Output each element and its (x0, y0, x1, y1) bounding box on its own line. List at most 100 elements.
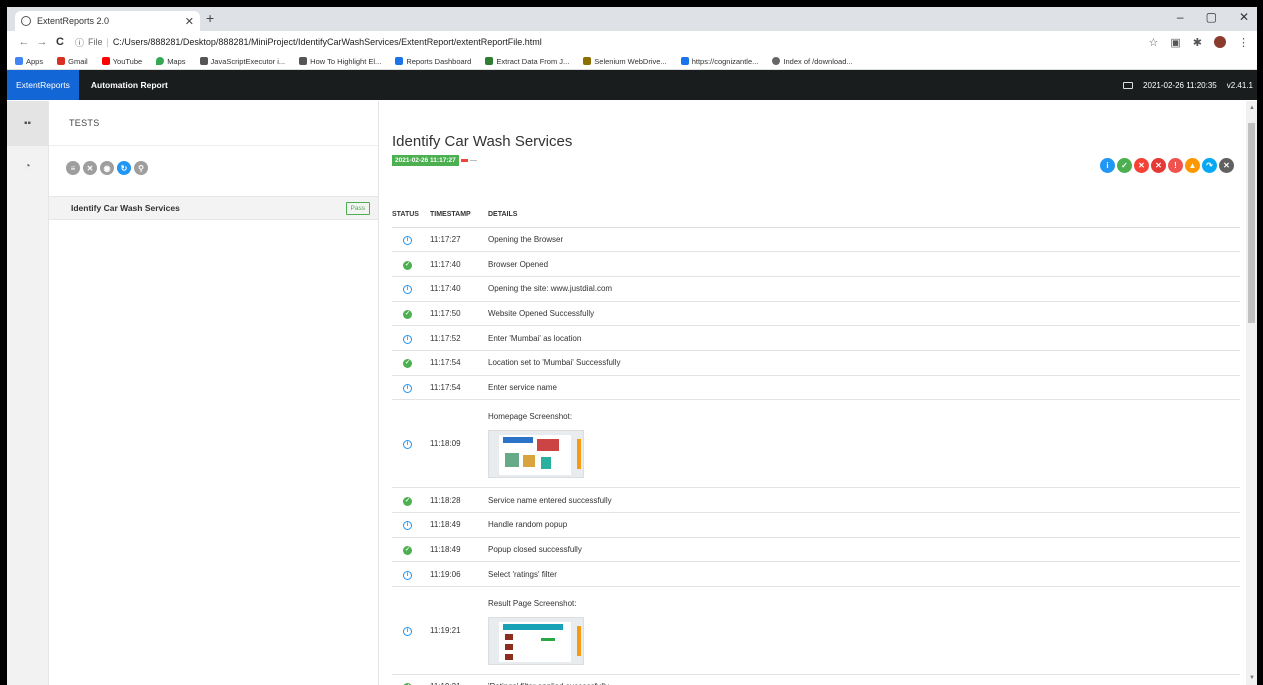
puzzle-icon[interactable]: ✱ (1193, 36, 1202, 49)
extension-icon[interactable]: ▣ (1170, 36, 1180, 49)
gmail-icon (57, 57, 66, 65)
brand-logo[interactable]: ExtentReports (7, 70, 79, 100)
profile-avatar[interactable] (1214, 36, 1226, 48)
test-title: Identify Car Wash Services (392, 133, 573, 150)
log-details: Browser Opened (488, 251, 1240, 277)
bookmark-youtube[interactable]: YouTube (101, 57, 142, 66)
unknown-status-icon[interactable]: ✕ (1219, 158, 1234, 173)
bookmark-selenium[interactable]: Selenium WebDrive... (583, 57, 667, 66)
error-status-icon[interactable]: ! (1168, 158, 1183, 173)
side-rail: ▪▪ ◔ (7, 101, 49, 685)
bookmark-star-icon[interactable]: ☆ (1149, 36, 1159, 49)
c-logo-icon (395, 57, 404, 65)
address-bar[interactable]: ⓘ File | C:/Users/888281/Desktop/888281/… (75, 36, 542, 49)
grid-icon: ▪▪ (23, 118, 32, 129)
globe-icon (21, 16, 31, 26)
status-filter-icon[interactable]: ≡ (66, 161, 80, 175)
log-row: i 11:17:27 Opening the Browser (392, 227, 1240, 253)
menu-icon[interactable]: ⋮ (1238, 36, 1249, 49)
bookmark-maps[interactable]: Maps (156, 57, 186, 66)
back-button[interactable]: ← (15, 36, 33, 48)
site-icon (583, 57, 592, 65)
info-status-icon: i (403, 334, 412, 344)
info-status-icon: i (403, 570, 412, 580)
log-details: Opening the Browser (488, 227, 1240, 253)
log-timestamp: 11:17:40 (430, 276, 488, 302)
log-row: ✓ 11:18:28 Service name entered successf… (392, 487, 1240, 513)
site-icon (299, 57, 308, 65)
homepage-screenshot-thumbnail[interactable] (488, 429, 584, 478)
pass-status-icon: ✓ (403, 496, 412, 506)
search-icon[interactable]: ⚲ (134, 161, 148, 175)
fail-status-icon[interactable]: ✕ (1134, 158, 1149, 173)
reload-button[interactable]: C (51, 36, 69, 48)
log-row: ✓ 11:19:21 'Ratings' filter applied succ… (392, 674, 1240, 685)
bookmark-highlight[interactable]: How To Highlight El... (299, 57, 381, 66)
warning-status-icon[interactable]: ▲ (1185, 158, 1200, 173)
report-content: ▪▪ ◔ TESTS ≡ ✕ ◉ ↻ ⚲ Identify Car Wash S… (7, 101, 1257, 685)
log-timestamp: 11:18:09 (430, 399, 488, 489)
log-details: Popup closed successfully (488, 537, 1240, 563)
log-row: ✓ 11:17:40 Browser Opened (392, 251, 1240, 277)
status-badge: Pass (345, 201, 370, 215)
close-tab-icon[interactable]: ✕ (185, 15, 194, 28)
info-status-icon: i (403, 521, 412, 531)
scroll-down-icon[interactable]: ▼ (1249, 675, 1255, 681)
log-timestamp: 11:18:49 (430, 537, 488, 563)
skip-status-icon[interactable]: ↷ (1202, 158, 1217, 173)
log-details: Website Opened Successfully (488, 301, 1240, 327)
test-detail-panel: Identify Car Wash Services 2021-02-26 11… (379, 101, 1257, 685)
result-page-screenshot-thumbnail[interactable] (488, 616, 584, 665)
scroll-up-icon[interactable]: ▲ (1249, 105, 1255, 111)
fatal-status-icon[interactable]: ✕ (1151, 158, 1166, 173)
pass-status-icon[interactable]: ✓ (1117, 158, 1132, 173)
new-tab-button[interactable]: + (206, 10, 214, 26)
info-status-icon: i (403, 383, 412, 393)
apps-grid-icon (15, 57, 23, 65)
info-icon[interactable]: ⓘ (75, 36, 84, 49)
log-row-screenshot: i 11:18:09 Homepage Screenshot: (392, 399, 1240, 489)
bookmark-reports-dashboard[interactable]: Reports Dashboard (395, 57, 471, 66)
restore-button[interactable]: ▢ (1206, 10, 1217, 24)
info-status-icon[interactable]: i (1100, 158, 1115, 173)
end-time-badge (460, 159, 468, 162)
address-toolbar: ← → C ⓘ File | C:/Users/888281/Desktop/8… (7, 31, 1257, 53)
log-details: Select 'ratings' filter (488, 561, 1240, 588)
vertical-scrollbar[interactable]: ▲ ▼ (1246, 101, 1257, 685)
report-name: Automation Report (90, 80, 168, 90)
bookmark-extract-data[interactable]: Extract Data From J... (485, 57, 569, 66)
log-row: ✓ 11:18:49 Popup closed successfully (392, 537, 1240, 563)
scrollbar-thumb[interactable] (1248, 123, 1255, 323)
dashboard-view-button[interactable]: ◔ (7, 146, 48, 186)
log-details: Homepage Screenshot: (488, 411, 573, 421)
bookmark-index-download[interactable]: Index of /download... (772, 57, 853, 66)
log-details: Enter service name (488, 375, 1240, 401)
close-window-button[interactable]: ✕ (1239, 10, 1249, 24)
tests-view-button[interactable]: ▪▪ (7, 101, 48, 146)
log-timestamp: 11:18:28 (430, 487, 488, 513)
log-row-screenshot: i 11:19:21 Result Page Screenshot: (392, 586, 1240, 676)
log-details: Handle random popup (488, 512, 1240, 538)
tests-panel: TESTS ≡ ✕ ◉ ↻ ⚲ Identify Car Wash Servic… (49, 101, 379, 685)
monitor-icon (1123, 81, 1134, 89)
bookmark-cognizant[interactable]: https://cognizantle... (680, 57, 758, 66)
log-timestamp: 11:17:54 (430, 375, 488, 401)
maps-pin-icon (156, 57, 165, 65)
bookmark-apps[interactable]: Apps (15, 57, 43, 66)
minimize-button[interactable]: – (1177, 10, 1184, 24)
url-text[interactable]: C:/Users/888281/Desktop/888281/MiniProje… (113, 37, 542, 47)
log-details: Opening the site: www.justdial.com (488, 276, 1240, 302)
forward-button[interactable]: → (33, 36, 51, 48)
bookmark-jsexecutor[interactable]: JavaScriptExecutor i... (199, 57, 285, 66)
test-list-item[interactable]: Identify Car Wash Services Pass (49, 196, 378, 220)
bookmark-gmail[interactable]: Gmail (57, 57, 88, 66)
category-filter-icon[interactable]: ◉ (100, 161, 114, 175)
globe-icon (772, 57, 781, 65)
browser-tab[interactable]: ExtentReports 2.0 ✕ (15, 11, 200, 31)
clear-filter-icon[interactable]: ✕ (83, 161, 97, 175)
log-header-row: STATUS TIMESTAMP DETAILS (392, 202, 1240, 228)
url-separator: | (106, 37, 109, 47)
log-row: i 11:17:52 Enter 'Mumbai' as location (392, 325, 1240, 351)
refresh-icon[interactable]: ↻ (117, 161, 131, 175)
log-timestamp: 11:17:40 (430, 251, 488, 277)
